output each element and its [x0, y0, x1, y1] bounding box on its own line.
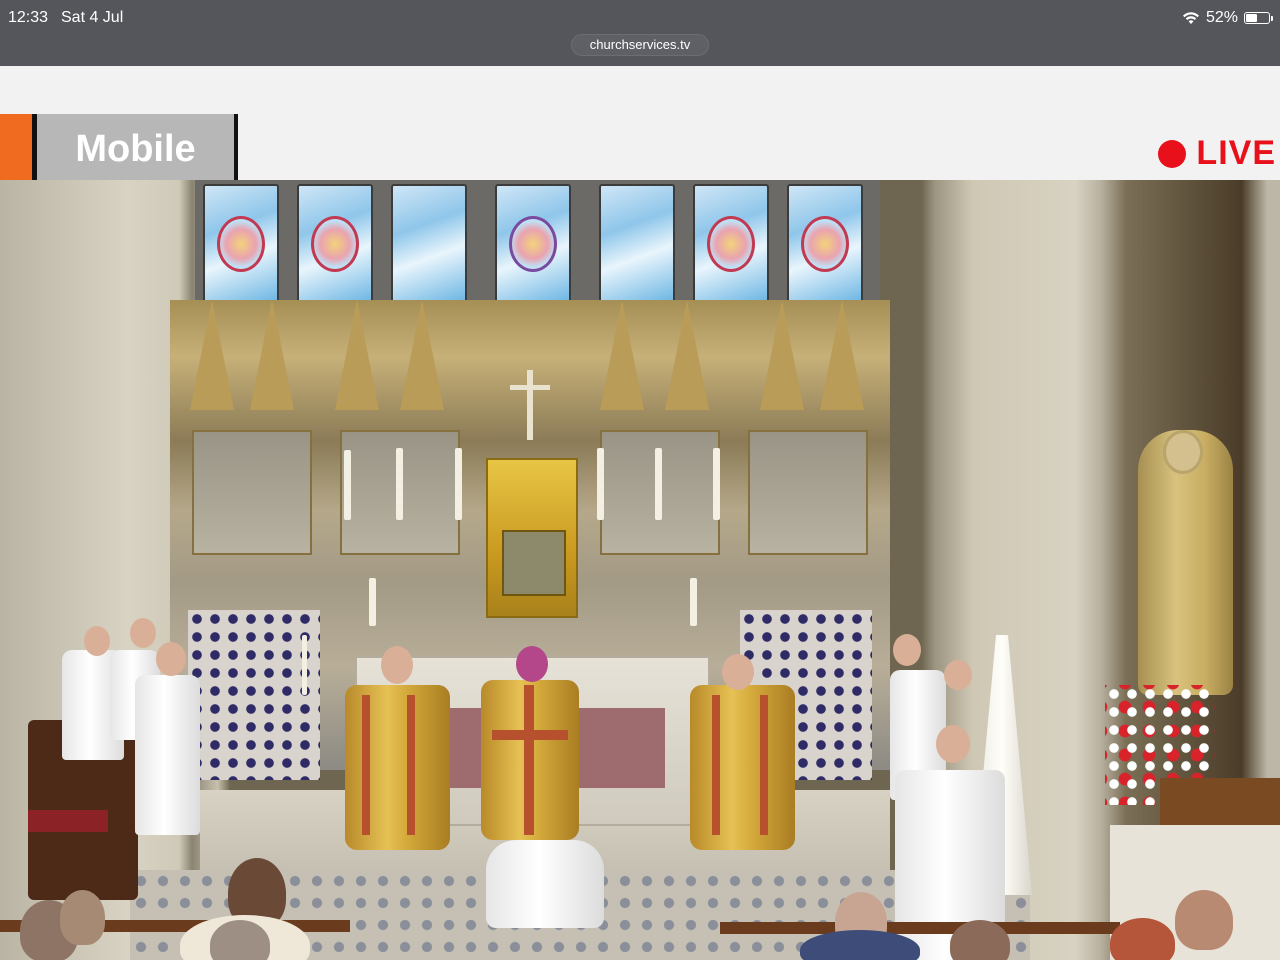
- subdeacon-head: [722, 654, 754, 690]
- live-indicator: LIVE: [1158, 134, 1276, 173]
- deacon-head: [381, 646, 413, 684]
- candle: [597, 448, 604, 520]
- stained-glass-panel: [391, 184, 467, 304]
- candle: [344, 450, 351, 520]
- status-time: 12:33: [8, 9, 49, 26]
- gothic-spire: [335, 300, 379, 410]
- prostrate-ordinand: [486, 840, 604, 928]
- live-label: LIVE: [1196, 134, 1276, 172]
- statue-head: [1163, 430, 1203, 474]
- server-head: [130, 618, 156, 648]
- orphrey: [492, 730, 568, 740]
- stained-glass-panel: [297, 184, 373, 304]
- gothic-spire: [600, 300, 644, 410]
- chair-cushion: [28, 810, 108, 832]
- server-head: [893, 634, 921, 666]
- candle: [396, 448, 403, 520]
- browser-top-bar: 12:33 Sat 4 Jul 52% churchservices.tv: [0, 0, 1280, 66]
- crucifix: [527, 370, 533, 440]
- gothic-spire: [250, 300, 294, 410]
- live-dot-icon: [1158, 139, 1187, 168]
- candle: [713, 448, 720, 520]
- server-head: [944, 660, 972, 690]
- candle: [369, 578, 376, 626]
- server: [135, 675, 200, 835]
- battery-fill: [1246, 14, 1257, 22]
- status-date: Sat 4 Jul: [61, 9, 124, 26]
- candle: [455, 448, 462, 520]
- battery-percent: 52%: [1205, 9, 1238, 26]
- carved-relief: [192, 430, 312, 555]
- orphrey: [712, 695, 720, 835]
- server-head: [156, 642, 186, 676]
- stained-glass-windows: [195, 180, 880, 310]
- live-video-stream[interactable]: [0, 180, 1280, 960]
- address-bar[interactable]: churchservices.tv: [571, 34, 709, 56]
- gothic-spire: [820, 300, 864, 410]
- battery-icon: [1244, 12, 1273, 24]
- tabernacle: [486, 458, 578, 618]
- stained-glass-panel: [693, 184, 769, 304]
- crucifix-arm: [510, 385, 550, 390]
- stained-glass-panel: [495, 184, 571, 304]
- carved-relief: [748, 430, 868, 555]
- candle: [690, 578, 697, 626]
- gothic-spire: [665, 300, 709, 410]
- page-header: Mobile LIVE: [0, 66, 1280, 180]
- congregant-head: [60, 890, 105, 945]
- subdeacon-vestment: [690, 685, 795, 850]
- brand-accent: [0, 114, 32, 180]
- gothic-spire: [400, 300, 444, 410]
- brand-divider-right: [234, 114, 238, 180]
- stained-glass-panel: [203, 184, 279, 304]
- stained-glass-panel: [787, 184, 863, 304]
- orphrey: [760, 695, 768, 835]
- lectern: [1160, 778, 1280, 830]
- gothic-spire: [760, 300, 804, 410]
- gothic-spire: [190, 300, 234, 410]
- orphrey: [362, 695, 370, 835]
- bishop-zucchetto: [516, 646, 548, 682]
- cantor-head: [936, 725, 970, 763]
- status-right: 52%: [1182, 9, 1273, 27]
- brand-label: Mobile: [37, 114, 234, 180]
- orphrey: [407, 695, 415, 835]
- congregant-head: [1175, 890, 1233, 950]
- candle: [302, 635, 307, 695]
- pew: [720, 922, 1120, 934]
- tile-panel: [188, 610, 320, 780]
- orphrey: [524, 685, 534, 835]
- stained-glass-panel: [599, 184, 675, 304]
- server-head: [84, 626, 110, 656]
- deacon-vestment: [345, 685, 450, 850]
- congregant-head: [1110, 918, 1175, 960]
- wifi-icon: [1182, 12, 1199, 24]
- candle: [655, 448, 662, 520]
